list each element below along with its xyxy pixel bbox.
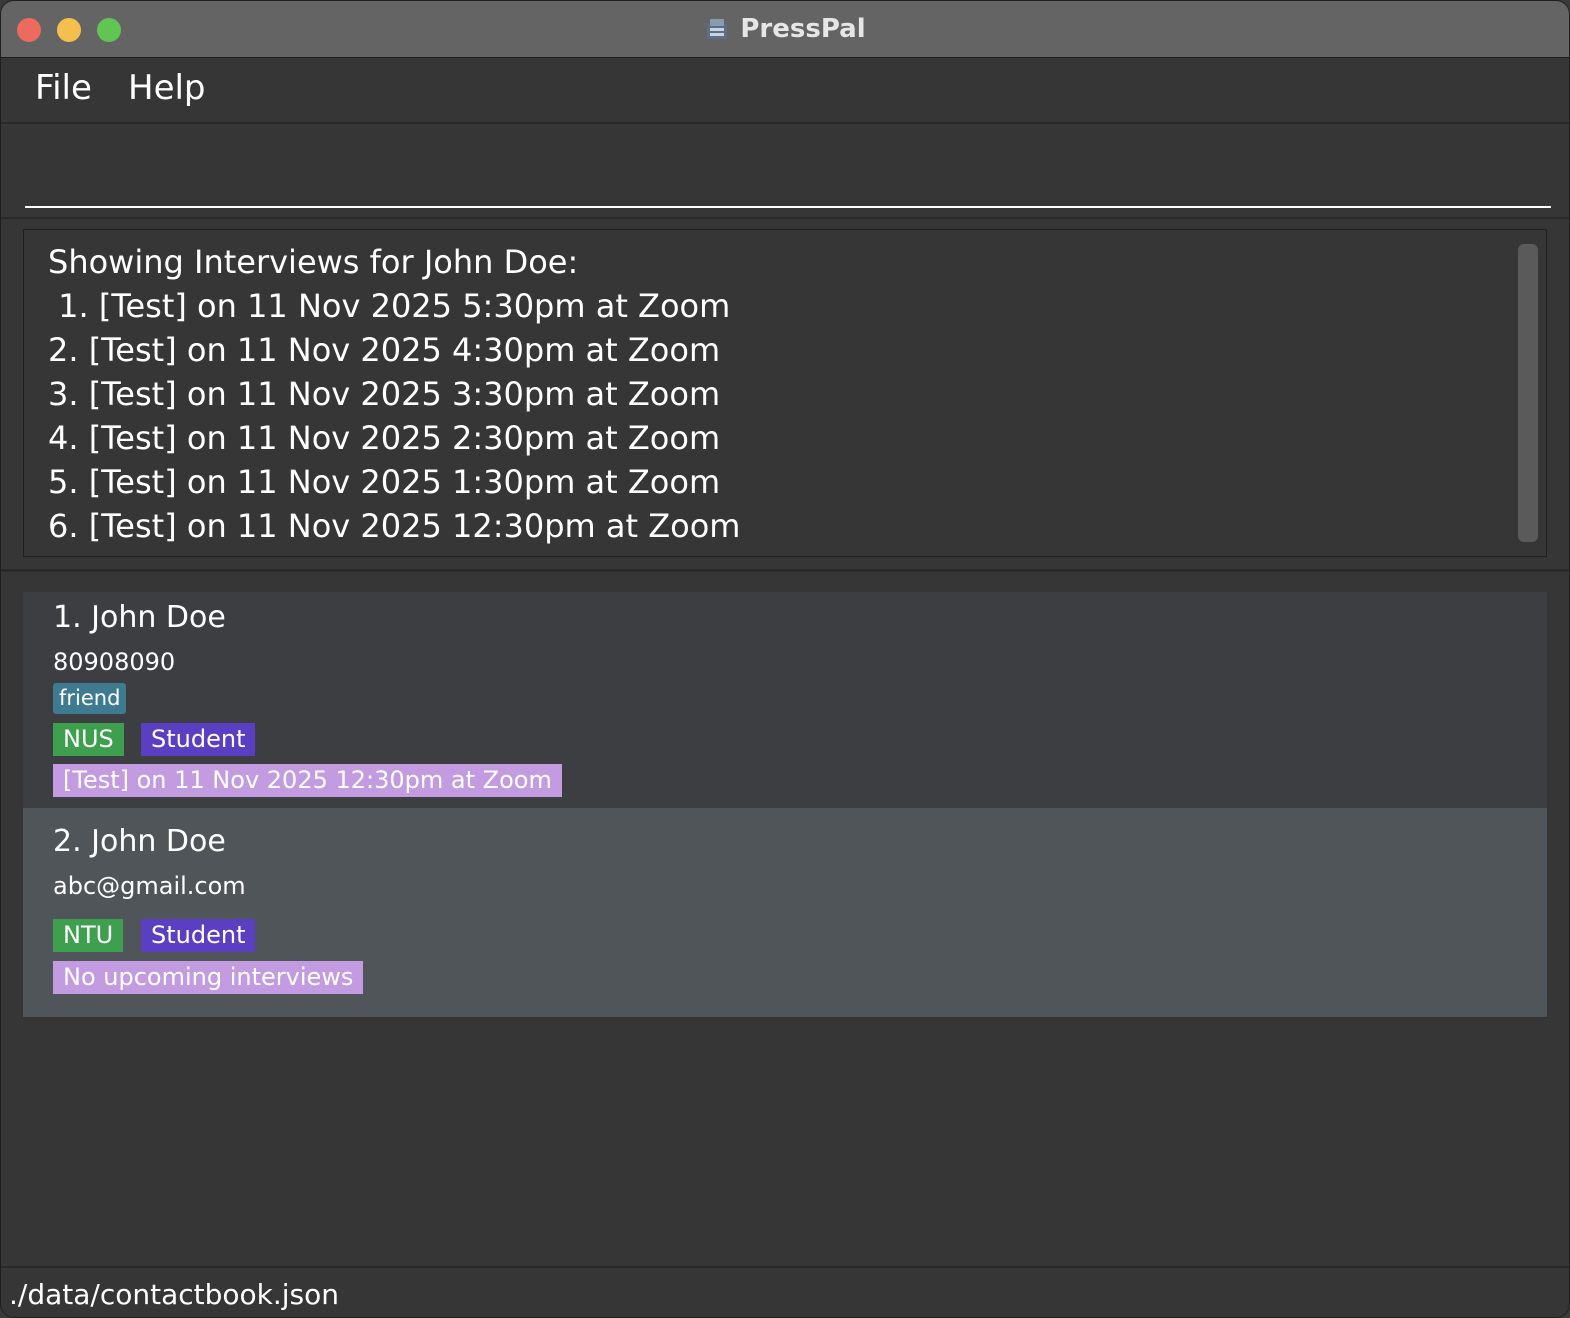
role-tag: Student	[141, 723, 256, 756]
interview-tag: [Test] on 11 Nov 2025 12:30pm at Zoom	[53, 764, 562, 797]
organisation-tag: NUS	[53, 723, 124, 756]
status-bar: ./data/contactbook.json	[1, 1266, 1569, 1317]
interview-tag: No upcoming interviews	[53, 961, 364, 994]
organisation-tag: NTU	[53, 919, 124, 952]
contact-name: 2. John Doe	[53, 824, 226, 859]
role-tag: Student	[141, 919, 256, 952]
contact-phone: 80908090	[53, 648, 176, 676]
contact-card[interactable]: 2. John Doe abc@gmail.com NTU Student No…	[23, 808, 1547, 1017]
contact-email: abc@gmail.com	[53, 872, 246, 900]
result-text: Showing Interviews for John Doe: 1. [Tes…	[48, 243, 741, 545]
contact-name: 1. John Doe	[53, 600, 226, 635]
command-box	[1, 124, 1569, 220]
command-input[interactable]	[25, 134, 1551, 208]
contact-card[interactable]: 1. John Doe 80908090 friend NUS Student …	[23, 592, 1547, 808]
menu-bar: File Help	[1, 58, 1569, 124]
save-location: ./data/contactbook.json	[9, 1278, 340, 1311]
menu-file[interactable]: File	[35, 68, 92, 108]
title-bar: PressPal	[1, 1, 1569, 58]
contact-list: 1. John Doe 80908090 friend NUS Student …	[1, 572, 1569, 1265]
menu-help[interactable]: Help	[128, 68, 206, 108]
result-scrollbar[interactable]	[1518, 244, 1538, 542]
presspal-app-icon	[704, 16, 730, 42]
app-window: PressPal File Help Showing Interviews fo…	[0, 0, 1570, 1318]
window-title: PressPal	[740, 14, 866, 44]
tag-friend: friend	[53, 683, 127, 714]
result-display: Showing Interviews for John Doe: 1. [Tes…	[23, 229, 1547, 557]
result-display-panel: Showing Interviews for John Doe: 1. [Tes…	[1, 219, 1569, 572]
